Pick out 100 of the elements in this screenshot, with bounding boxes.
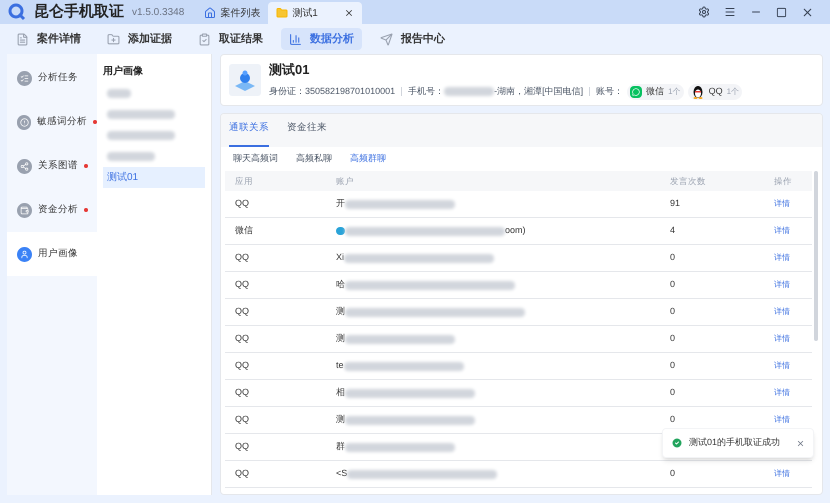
table-cell-text: 测 <box>336 305 345 318</box>
blurred-text <box>107 131 175 140</box>
table-cell-text: 开 <box>336 197 345 210</box>
home-icon <box>204 7 216 19</box>
details-link[interactable]: 详情 <box>774 198 790 210</box>
penguin-icon <box>690 84 705 99</box>
scrollbar[interactable] <box>814 171 818 341</box>
table-cell: 0 <box>670 279 676 290</box>
maximize-icon[interactable] <box>776 6 787 18</box>
nav-item[interactable]: 资金分析 <box>7 188 97 232</box>
table-cell-text: 哈 <box>336 278 345 292</box>
toolbar-button[interactable]: 报告中心 <box>372 28 453 50</box>
table-cell-text: QQ <box>235 467 250 480</box>
table-cell: 0 <box>670 360 676 370</box>
phone-location: -湖南，湘潭[中国电信] <box>494 85 584 98</box>
document-icon <box>16 32 29 46</box>
close-icon[interactable] <box>796 438 805 448</box>
table-cell-text: te <box>336 359 344 372</box>
table-cell-text: <S <box>336 467 348 480</box>
nav-item[interactable]: 关系图谱 <box>7 144 97 188</box>
folder-plus-icon <box>107 32 120 46</box>
table-cell-text: QQ <box>235 440 250 454</box>
nav-item[interactable]: 敏感词分析 <box>7 100 97 144</box>
toolbar-button[interactable]: 添加证据 <box>99 28 180 50</box>
table-cell-text: QQ <box>235 197 250 210</box>
account-chip[interactable]: QQ 1个 <box>688 84 742 100</box>
table-cell: 0 <box>670 306 676 316</box>
avatar-drawing <box>229 64 261 96</box>
menu-icon[interactable] <box>724 6 736 18</box>
table-cell-text: 微信 <box>235 224 254 238</box>
table-cell-text: 相 <box>336 386 345 400</box>
nav-icon <box>17 114 32 130</box>
table-cell-text: QQ <box>235 305 250 318</box>
phone-label: 手机号： <box>408 85 444 98</box>
table-cell: 0 <box>670 468 676 478</box>
table-header: 应用 账户 发言次数 操作 <box>225 171 812 191</box>
table-cell-text: 群 <box>336 440 345 454</box>
list-title: 用户画像 <box>103 64 144 79</box>
table-cell: 0 <box>670 333 676 344</box>
account-chip[interactable]: 微信 1个 <box>627 84 684 100</box>
table-cell: 91 <box>670 198 680 208</box>
window-tab[interactable]: 案件列表 <box>196 2 268 24</box>
close-icon[interactable] <box>344 8 354 18</box>
nav-icon <box>17 246 32 262</box>
logo-icon <box>8 3 26 21</box>
toast-message: 测试01的手机取证成功 <box>688 436 780 450</box>
nav-item[interactable]: 分析任务 <box>7 56 97 100</box>
table-cell-text: QQ <box>235 332 250 346</box>
table-cell: 0 <box>670 252 676 262</box>
app-version: v1.5.0.3348 <box>132 6 184 20</box>
blurred-text <box>444 87 494 96</box>
list-item[interactable]: 测试01 <box>103 167 205 188</box>
blurred-text <box>107 152 155 161</box>
table-cell: 0 <box>670 414 676 424</box>
details-link[interactable]: 详情 <box>774 306 790 318</box>
details-link[interactable]: 详情 <box>774 252 790 264</box>
nav-icon <box>17 70 32 86</box>
details-link[interactable]: 详情 <box>774 414 790 426</box>
table-cell-text: QQ <box>235 278 250 292</box>
account-label: 账号： <box>596 85 624 98</box>
profile-name: 测试01 <box>269 61 310 80</box>
app-name: 昆仑手机取证 <box>34 2 124 22</box>
nav-item[interactable]: 用户画像 <box>7 232 97 276</box>
folder-icon <box>276 7 288 19</box>
blurred-text <box>107 89 131 98</box>
section-tab[interactable]: 通联关系 <box>229 114 269 147</box>
sub-tab[interactable]: 高频群聊 <box>350 152 386 166</box>
table-cell-text: QQ <box>235 359 250 372</box>
table-cell-text: QQ <box>235 386 250 400</box>
details-link[interactable]: 详情 <box>774 279 790 291</box>
table-cell: 4 <box>670 225 676 236</box>
table-cell: 0 <box>670 387 676 398</box>
settings-icon[interactable] <box>698 6 710 18</box>
blurred-text <box>107 110 175 119</box>
details-link[interactable]: 详情 <box>774 225 790 237</box>
window-tab[interactable]: 测试1 <box>268 2 362 24</box>
sub-tab[interactable]: 聊天高频词 <box>233 152 278 166</box>
table-cell-text: 测 <box>336 332 345 346</box>
toolbar-button[interactable]: 案件详情 <box>8 28 89 50</box>
details-link[interactable]: 详情 <box>774 387 790 399</box>
nav-icon <box>17 158 32 174</box>
details-link[interactable]: 详情 <box>774 360 790 372</box>
id-number: 身份证：350582198701010001 <box>269 85 396 98</box>
table-cell-text: QQ <box>235 413 250 426</box>
success-icon <box>670 437 683 449</box>
table-cell-text: Xi <box>336 251 344 264</box>
sub-tab[interactable]: 高频私聊 <box>296 152 332 166</box>
close-icon[interactable] <box>801 6 814 18</box>
section-tab[interactable]: 资金往来 <box>287 114 327 147</box>
send-icon <box>380 32 393 46</box>
toolbar-button[interactable]: 取证结果 <box>190 28 271 50</box>
table-cell-text: 测 <box>336 413 345 426</box>
table-cell-text: oom) <box>505 224 526 238</box>
bar-chart-icon <box>289 32 302 46</box>
table-cell-text: QQ <box>235 251 250 264</box>
details-link[interactable]: 详情 <box>774 333 790 345</box>
toolbar-button[interactable]: 数据分析 <box>281 28 362 50</box>
nav-icon <box>17 202 32 218</box>
details-link[interactable]: 详情 <box>774 468 790 480</box>
clipboard-icon <box>198 32 211 46</box>
